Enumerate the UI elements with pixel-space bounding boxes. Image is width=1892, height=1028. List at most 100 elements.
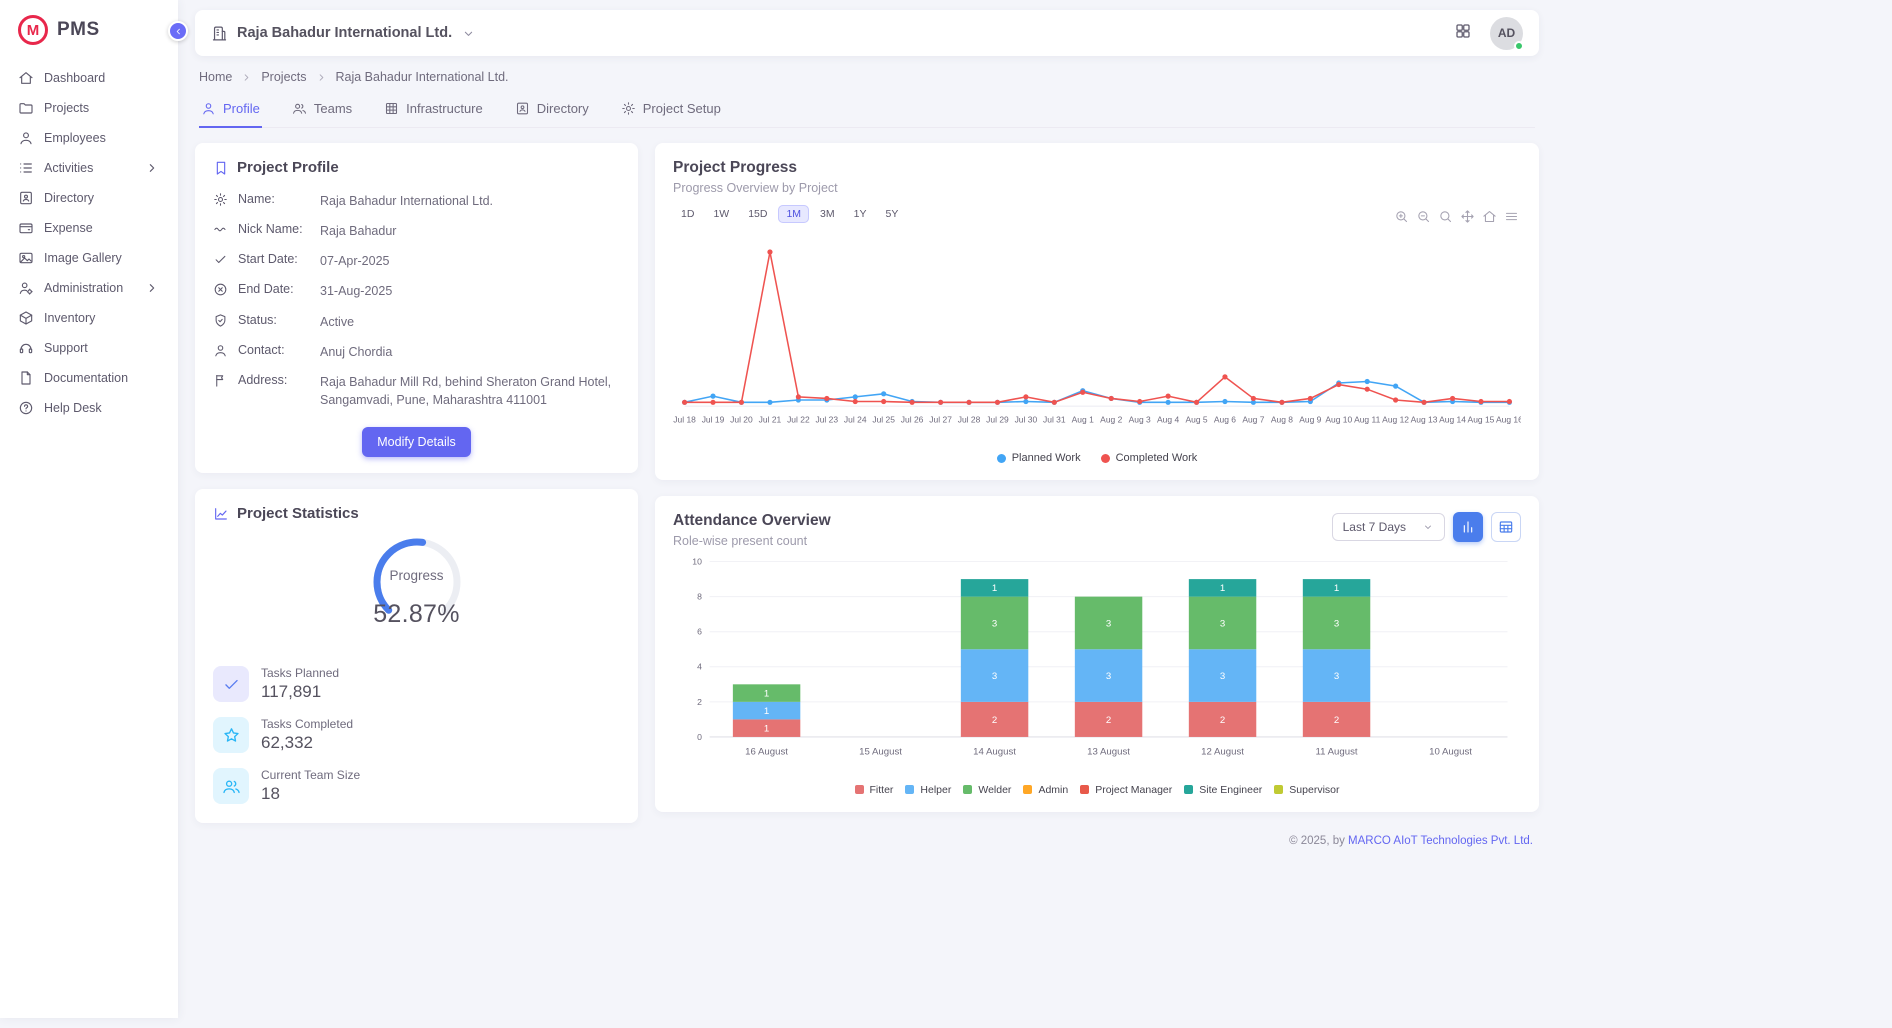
svg-text:1: 1 [1220, 584, 1225, 595]
bookmark-icon [213, 160, 229, 176]
range-button-5y[interactable]: 5Y [877, 205, 906, 223]
range-button-1y[interactable]: 1Y [846, 205, 875, 223]
chevron-right-icon [144, 160, 160, 176]
modify-details-button[interactable]: Modify Details [362, 427, 471, 457]
sidebar-item-label: Projects [44, 101, 89, 115]
legend-item-supervisor[interactable]: Supervisor [1274, 784, 1339, 796]
progress-legend: Planned Work Completed Work [673, 452, 1521, 464]
svg-text:6: 6 [697, 627, 702, 637]
start-date-icon [213, 252, 228, 267]
breadcrumb-projects[interactable]: Projects [261, 70, 306, 84]
attendance-chart[interactable]: 024681011116 August15 August233114 Augus… [673, 550, 1521, 783]
documentation-icon [18, 370, 34, 386]
tab-infrastructure[interactable]: Infrastructure [382, 93, 485, 128]
field-label: Contact: [238, 343, 310, 357]
svg-text:Jul 22: Jul 22 [787, 415, 810, 425]
range-button-1m[interactable]: 1M [778, 205, 809, 223]
svg-text:1: 1 [764, 706, 769, 717]
sidebar-item-employees[interactable]: Employees [0, 123, 178, 153]
avatar[interactable]: AD [1490, 17, 1523, 50]
legend-item-welder[interactable]: Welder [963, 784, 1011, 796]
svg-text:Jul 20: Jul 20 [730, 415, 753, 425]
chevron-right-icon [240, 71, 253, 84]
zoom-out-icon[interactable] [1416, 209, 1431, 224]
svg-text:Jul 23: Jul 23 [816, 415, 839, 425]
range-button-3m[interactable]: 3M [812, 205, 843, 223]
range-button-15d[interactable]: 15D [740, 205, 775, 223]
card-subtitle: Progress Overview by Project [673, 181, 1521, 195]
stat-value: 62,332 [261, 733, 353, 753]
profile-field-address: Address:Raja Bahadur Mill Rd, behind She… [213, 367, 620, 415]
legend-item-site-engineer[interactable]: Site Engineer [1184, 784, 1262, 796]
pan-icon[interactable] [1460, 209, 1475, 224]
sidebar-item-label: Activities [44, 161, 93, 175]
legend-item-helper[interactable]: Helper [905, 784, 951, 796]
date-range-value: Last 7 Days [1343, 520, 1406, 534]
legend-item-planned-work[interactable]: Planned Work [997, 452, 1081, 464]
progress-chart[interactable]: Jul 18Jul 19Jul 20Jul 21Jul 22Jul 23Jul … [673, 225, 1521, 452]
apps-menu-button[interactable] [1454, 22, 1472, 45]
end-date-icon [213, 282, 228, 297]
footer: © 2025, by MARCO AIoT Technologies Pvt. … [201, 835, 1533, 847]
sidebar-item-activities[interactable]: Activities [0, 153, 178, 183]
date-range-select[interactable]: Last 7 Days [1332, 513, 1445, 541]
sidebar-item-image-gallery[interactable]: Image Gallery [0, 243, 178, 273]
attendance-chart-svg: 024681011116 August15 August233114 Augus… [673, 550, 1521, 783]
project-progress-card: Project Progress Progress Overview by Pr… [655, 143, 1539, 480]
stat-team-size: Current Team Size18 [213, 768, 620, 804]
check-chip [213, 666, 249, 702]
tab-profile[interactable]: Profile [199, 93, 262, 128]
logo[interactable]: M PMS [0, 0, 178, 59]
profile-field-status: Status:Active [213, 307, 620, 337]
svg-text:Jul 26: Jul 26 [901, 415, 924, 425]
sidebar-item-documentation[interactable]: Documentation [0, 363, 178, 393]
zoom-in-icon[interactable] [1394, 209, 1409, 224]
sidebar-item-administration[interactable]: Administration [0, 273, 178, 303]
svg-text:Aug 12: Aug 12 [1382, 415, 1409, 425]
field-label: Status: [238, 313, 310, 327]
logo-icon: M [18, 15, 48, 45]
copyright-text: © 2025, by [1289, 835, 1348, 847]
reset-axes-icon[interactable] [1482, 209, 1497, 224]
table-view-button[interactable] [1491, 512, 1521, 542]
svg-text:Aug 1: Aug 1 [1072, 415, 1094, 425]
tab-project-setup[interactable]: Project Setup [619, 93, 723, 128]
attendance-overview-card: Attendance Overview Role-wise present co… [655, 496, 1539, 811]
company-name: Raja Bahadur International Ltd. [237, 25, 452, 41]
chart-view-button[interactable] [1453, 512, 1483, 542]
breadcrumb-home[interactable]: Home [199, 70, 232, 84]
chart-menu-icon[interactable] [1504, 209, 1519, 224]
zoom-icon[interactable] [1438, 209, 1453, 224]
field-value: Anuj Chordia [320, 343, 620, 361]
range-button-1w[interactable]: 1W [705, 205, 737, 223]
tab-teams[interactable]: Teams [290, 93, 354, 128]
legend-item-admin[interactable]: Admin [1023, 784, 1068, 796]
sidebar-item-projects[interactable]: Projects [0, 93, 178, 123]
field-label: End Date: [238, 282, 310, 296]
sidebar-collapse-button[interactable] [168, 21, 188, 41]
company-selector[interactable]: Raja Bahadur International Ltd. [211, 25, 476, 42]
sidebar-item-support[interactable]: Support [0, 333, 178, 363]
legend-item-fitter[interactable]: Fitter [855, 784, 894, 796]
sidebar-item-directory[interactable]: Directory [0, 183, 178, 213]
svg-text:Aug 11: Aug 11 [1354, 415, 1381, 425]
svg-text:0: 0 [697, 732, 702, 742]
sidebar-item-help-desk[interactable]: Help Desk [0, 393, 178, 423]
company-link[interactable]: MARCO AIoT Technologies Pvt. Ltd. [1348, 835, 1533, 847]
legend-item-project-manager[interactable]: Project Manager [1080, 784, 1172, 796]
sidebar-item-dashboard[interactable]: Dashboard [0, 63, 178, 93]
field-label: Nick Name: [238, 222, 310, 236]
name-icon [213, 192, 228, 207]
legend-item-completed-work[interactable]: Completed Work [1101, 452, 1198, 464]
sidebar-item-inventory[interactable]: Inventory [0, 303, 178, 333]
card-title: Project Progress [673, 159, 797, 177]
range-button-1d[interactable]: 1D [673, 205, 702, 223]
tab-label: Project Setup [643, 101, 721, 116]
svg-text:15 August: 15 August [859, 747, 902, 758]
svg-text:Jul 21: Jul 21 [759, 415, 782, 425]
main-content: Raja Bahadur International Ltd. AD Home … [178, 10, 1556, 847]
sidebar-item-expense[interactable]: Expense [0, 213, 178, 243]
tab-directory[interactable]: Directory [513, 93, 591, 128]
svg-text:Jul 28: Jul 28 [958, 415, 981, 425]
svg-text:4: 4 [697, 662, 702, 672]
